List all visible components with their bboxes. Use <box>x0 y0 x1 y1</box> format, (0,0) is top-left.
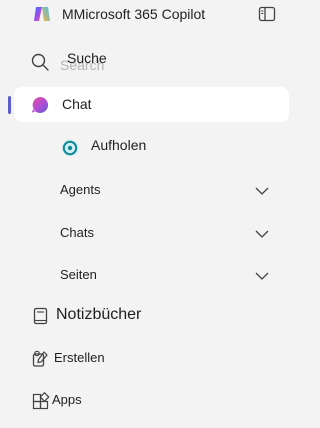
section-pages-label: Seiten <box>60 267 97 282</box>
nav-item-create-label: Erstellen <box>54 350 105 365</box>
section-chats-label: Chats <box>60 225 94 240</box>
nav-item-catchup[interactable]: Aufholen <box>0 130 300 166</box>
search-icon <box>30 52 50 72</box>
chevron-down-icon[interactable] <box>254 227 270 239</box>
section-agents[interactable]: Agents <box>0 172 300 208</box>
active-item-background <box>14 87 289 122</box>
chevron-down-icon[interactable] <box>254 269 270 281</box>
nav-item-chat[interactable]: Chat <box>0 87 300 123</box>
nav-item-notebooks-label: Notizbücher <box>56 306 142 323</box>
notebook-icon <box>31 306 51 326</box>
sidebar: MMicrosoft 365 Copilot Search Suche Chat… <box>0 0 300 428</box>
catchup-icon <box>60 138 80 158</box>
sidebar-toggle-icon[interactable] <box>257 4 277 24</box>
section-pages[interactable]: Seiten <box>0 257 300 293</box>
chevron-down-icon[interactable] <box>254 184 270 196</box>
nav-item-catchup-label: Aufholen <box>91 137 147 153</box>
active-indicator <box>8 96 11 114</box>
app-title: MMicrosoft 365 Copilot <box>62 6 206 22</box>
nav-item-create[interactable]: Erstellen <box>0 341 300 377</box>
create-icon <box>31 349 51 369</box>
apps-icon <box>31 391 51 412</box>
search-label: Suche <box>67 50 107 66</box>
search-button[interactable]: Search Suche <box>0 46 300 82</box>
section-agents-label: Agents <box>60 182 101 197</box>
copilot-chat-icon <box>30 95 50 115</box>
section-chats[interactable]: Chats <box>0 215 300 251</box>
nav-item-apps[interactable]: Apps <box>0 384 300 420</box>
nav-item-notebooks[interactable]: Notizbücher <box>0 298 300 334</box>
nav-item-chat-label: Chat <box>62 96 92 112</box>
copilot-logo-icon <box>32 4 52 24</box>
nav-item-apps-label: Apps <box>52 392 82 407</box>
sidebar-header: MMicrosoft 365 Copilot <box>0 0 300 32</box>
